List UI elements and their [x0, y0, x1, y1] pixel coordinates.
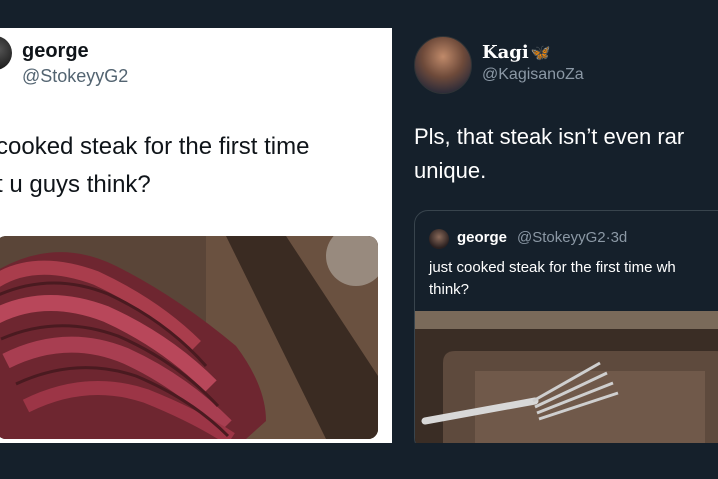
quoted-tweet[interactable]: george @StokeyyG2·3d just cooked steak f…: [414, 210, 718, 443]
left-tweet-card[interactable]: george @StokeyyG2 cooked steak for the f…: [0, 28, 392, 443]
butterfly-emoji-icon: 🦋: [530, 43, 551, 62]
tweet-author-handle[interactable]: @KagisanoZa: [482, 66, 584, 84]
tweet-author-handle[interactable]: @StokeyyG2: [22, 66, 128, 87]
fork-image: [415, 311, 718, 443]
author-name-text: Kagi: [482, 42, 529, 63]
fork-photo[interactable]: [415, 311, 718, 443]
tweet-text-line-2: t u guys think?: [0, 171, 151, 198]
quoted-text: just cooked steak for the first time wh …: [429, 257, 718, 301]
avatar[interactable]: [414, 36, 472, 94]
tweet-text: Pls, that steak isn’t even rar unique.: [414, 120, 718, 188]
quoted-author-meta: @StokeyyG2·3d: [517, 229, 627, 246]
tweet-text-line-2: unique.: [414, 158, 487, 183]
steak-photo[interactable]: [0, 236, 378, 439]
quoted-text-line-2: think?: [429, 281, 470, 298]
quoted-avatar[interactable]: [429, 229, 449, 249]
quoted-author-name[interactable]: george: [457, 229, 507, 246]
quoted-author-handle[interactable]: @StokeyyG2: [517, 229, 606, 246]
steak-image: [0, 236, 378, 439]
avatar[interactable]: [0, 36, 12, 70]
quoted-timestamp[interactable]: 3d: [611, 229, 628, 246]
tweet-text-line-1: Pls, that steak isn’t even rar: [414, 124, 685, 149]
tweet-text-line-1: cooked steak for the first time: [0, 133, 310, 160]
quoted-text-line-1: just cooked steak for the first time wh: [429, 259, 676, 276]
tweet-author-name[interactable]: Kagi 🦋: [482, 42, 551, 63]
right-tweet-card[interactable]: Kagi 🦋 @KagisanoZa Pls, that steak isn’t …: [398, 28, 718, 443]
tweet-author-name[interactable]: george: [22, 40, 89, 63]
tweet-text: cooked steak for the first time t u guys…: [0, 128, 392, 204]
